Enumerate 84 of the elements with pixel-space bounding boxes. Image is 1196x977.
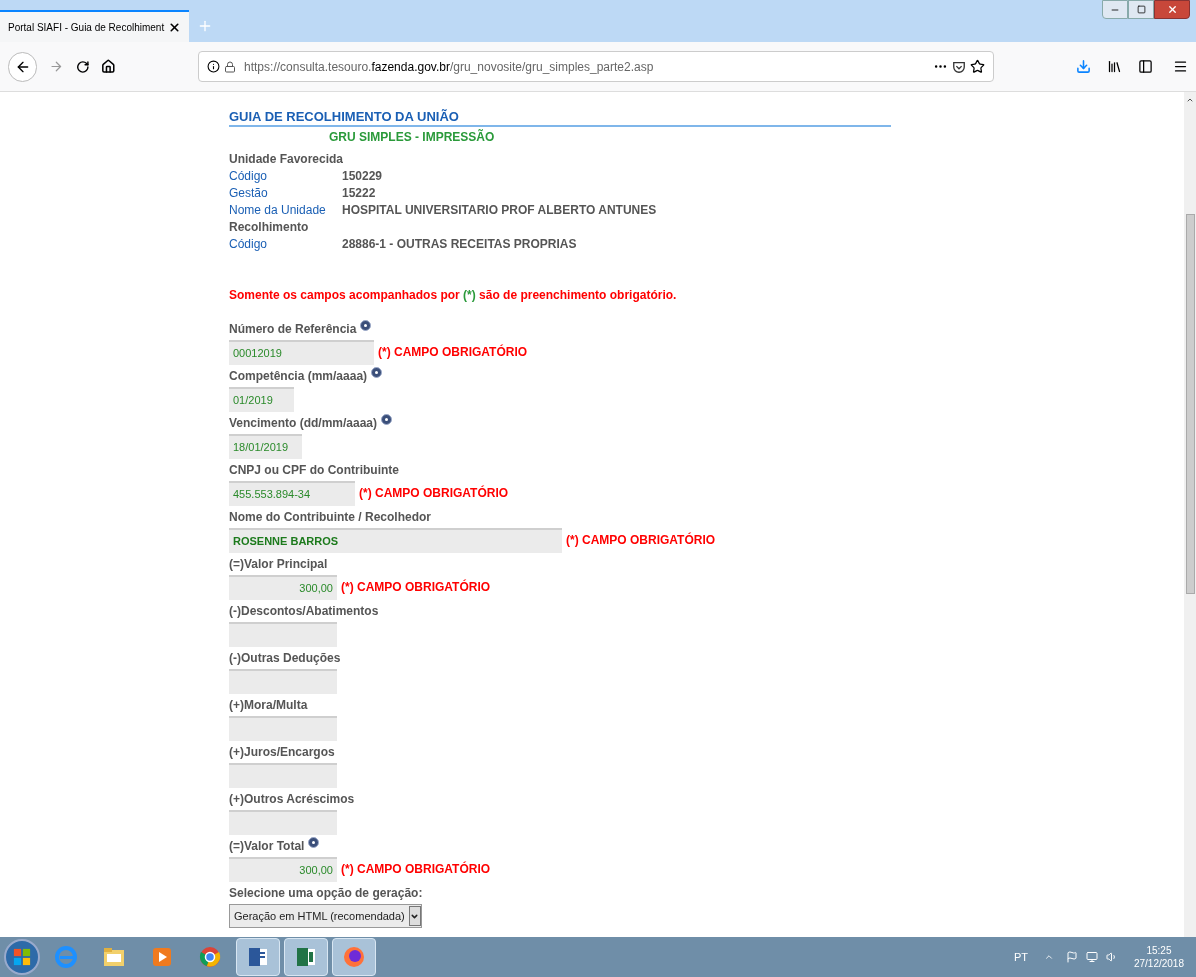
back-button[interactable] (8, 51, 38, 82)
generation-select[interactable]: Geração em HTML (recomendada) (229, 904, 422, 928)
close-button[interactable] (1154, 0, 1190, 19)
info-icon[interactable] (207, 60, 221, 73)
required-note: (*) CAMPO OBRIGATÓRIO (341, 861, 491, 878)
clock-time[interactable]: 15:25 (1146, 944, 1172, 957)
info-value: HOSPITAL UNIVERSITARIO PROF ALBERTO ANTUNES (342, 202, 657, 219)
help-icon[interactable] (308, 837, 320, 848)
flag-icon[interactable] (1065, 951, 1078, 963)
dropdown-button[interactable] (408, 906, 421, 926)
section-label: Unidade Favorecida (229, 151, 344, 168)
input-field[interactable]: 300,00 (229, 857, 337, 882)
firefox-icon[interactable] (332, 938, 376, 976)
minimize-button[interactable] (1102, 0, 1128, 19)
input-field[interactable] (229, 622, 337, 647)
scroll-thumb[interactable] (1185, 214, 1195, 594)
info-label: Código (229, 236, 269, 253)
home-icon[interactable] (101, 59, 117, 74)
spreadsheet-icon[interactable] (284, 938, 328, 976)
help-icon[interactable] (371, 367, 383, 378)
required-note: (*) CAMPO OBRIGATÓRIO (341, 579, 491, 596)
info-label: Nome da Unidade (229, 202, 327, 219)
start-button[interactable] (4, 939, 40, 975)
field-label: Número de Referência (229, 320, 357, 338)
info-value: 150229 (342, 168, 383, 185)
field-label: (-)Outras Deduções (229, 649, 341, 667)
input-field[interactable] (229, 763, 337, 788)
input-field[interactable]: 01/2019 (229, 387, 294, 412)
help-icon[interactable] (360, 320, 372, 331)
info-label: Código (229, 168, 269, 185)
required-note: (*) CAMPO OBRIGATÓRIO (359, 485, 509, 502)
volume-icon[interactable] (1105, 951, 1118, 963)
input-field[interactable]: 18/01/2019 (229, 434, 302, 459)
lock-icon[interactable] (224, 60, 237, 73)
browser-tab[interactable]: Portal SIAFI - Guia de Recolhiment (0, 10, 190, 42)
field-label: Selecione uma opção de geração: (229, 884, 423, 902)
page-title: GUIA DE RECOLHIMENTO DA UNIÃO (229, 109, 459, 125)
close-icon (1166, 4, 1178, 15)
section-label: Recolhimento (229, 219, 309, 236)
page-subtitle: GRU SIMPLES - IMPRESSÃO (329, 128, 495, 146)
help-icon[interactable] (381, 414, 393, 425)
input-field[interactable] (229, 716, 337, 741)
field-label: (=)Valor Principal (229, 555, 328, 573)
required-notice: Somente os campos acompanhados por (*) são de preenchimento obrigatório. (229, 288, 677, 302)
tab-title: Portal SIAFI - Guia de Recolhiment (8, 20, 165, 35)
info-label: Gestão (229, 185, 269, 202)
windows-logo-icon (13, 948, 31, 966)
input-field[interactable]: ROSENNE BARROS (229, 528, 562, 553)
network-icon[interactable] (1085, 951, 1098, 963)
required-note: (*) CAMPO OBRIGATÓRIO (378, 344, 528, 361)
restore-button[interactable] (1128, 0, 1154, 19)
input-field[interactable] (229, 810, 337, 835)
field-label: Vencimento (dd/mm/aaaa) (229, 414, 378, 432)
restore-icon (1136, 5, 1146, 14)
input-field[interactable]: 455.553.894-34 (229, 481, 355, 506)
scrollbar[interactable] (1184, 92, 1196, 937)
input-field[interactable] (229, 669, 337, 694)
input-field[interactable]: 00012019 (229, 340, 374, 365)
clock-date[interactable]: 27/12/2018 (1133, 957, 1184, 970)
menu-icon[interactable] (1173, 59, 1188, 74)
input-field[interactable]: 300,00 (229, 575, 337, 600)
pocket-icon[interactable] (952, 59, 966, 74)
field-label: CNPJ ou CPF do Contribuinte (229, 461, 399, 479)
language-indicator[interactable]: PT (1013, 948, 1028, 966)
download-icon[interactable] (1076, 59, 1091, 74)
library-icon[interactable] (1107, 59, 1122, 74)
sidebar-icon[interactable] (1138, 59, 1153, 74)
field-label: (+)Mora/Multa (229, 696, 308, 714)
star-icon[interactable] (970, 59, 985, 74)
scroll-up-icon[interactable] (1186, 96, 1194, 104)
required-note: (*) CAMPO OBRIGATÓRIO (566, 532, 716, 549)
field-label: Nome do Contribuinte / Recolhedor (229, 508, 431, 526)
info-value: 15222 (342, 185, 376, 202)
field-label: (=)Valor Total (229, 837, 305, 855)
url-text: https://consulta.tesouro.fazenda.gov.br/gru_novosite/gru_simples_parte2.asp (244, 58, 655, 76)
field-label: Competência (mm/aaaa) (229, 367, 368, 385)
field-label: (-)Descontos/Abatimentos (229, 602, 379, 620)
address-bar[interactable]: https://consulta.tesouro.fazenda.gov.br/gru_novosite/gru_simples_parte2.asp (198, 51, 994, 82)
field-label: (+)Juros/Encargos (229, 743, 335, 761)
forward-icon[interactable] (49, 59, 64, 74)
word-icon[interactable] (236, 938, 280, 976)
reload-icon[interactable] (75, 59, 90, 74)
info-value: 28886-1 - OUTRAS RECEITAS PROPRIAS (342, 236, 577, 253)
field-label: (+)Outros Acréscimos (229, 790, 355, 808)
